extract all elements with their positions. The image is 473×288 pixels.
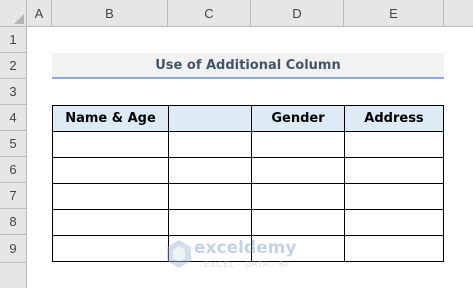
table-cell[interactable] <box>168 183 252 210</box>
table-cell[interactable] <box>52 131 169 158</box>
table-header-name-age[interactable]: Name & Age <box>52 105 169 132</box>
column-header-f[interactable] <box>444 0 473 27</box>
table-cell[interactable] <box>344 131 444 158</box>
select-all-triangle-icon <box>14 14 24 24</box>
table-header-gender[interactable]: Gender <box>251 105 345 132</box>
table-cell[interactable] <box>344 235 444 262</box>
table-cell[interactable] <box>168 131 252 158</box>
column-header-d[interactable]: D <box>251 0 344 27</box>
table-cell[interactable] <box>251 209 345 236</box>
table-cell[interactable] <box>52 209 169 236</box>
table-cell[interactable] <box>344 209 444 236</box>
table-header-blank[interactable] <box>168 105 252 132</box>
table-cell[interactable] <box>52 183 169 210</box>
table-cell[interactable] <box>168 235 252 262</box>
column-header-a[interactable]: A <box>27 0 52 27</box>
table-cell[interactable] <box>344 157 444 184</box>
row-header-9[interactable]: 9 <box>0 235 27 263</box>
table-cell[interactable] <box>251 183 345 210</box>
select-all-corner[interactable] <box>0 0 27 27</box>
row-header-6[interactable]: 6 <box>0 157 27 183</box>
row-header-7[interactable]: 7 <box>0 183 27 209</box>
row-header-2[interactable]: 2 <box>0 53 27 79</box>
row-header-1[interactable]: 1 <box>0 27 27 53</box>
row-header-4[interactable]: 4 <box>0 105 27 131</box>
row-header-8[interactable]: 8 <box>0 209 27 235</box>
sheet-title: Use of Additional Column <box>52 53 444 79</box>
row-header-3[interactable]: 3 <box>0 79 27 105</box>
table-header-address[interactable]: Address <box>344 105 444 132</box>
table-cell[interactable] <box>251 235 345 262</box>
spreadsheet-grid: A B C D E 1 2 3 4 5 6 7 8 9 Use of Addit… <box>0 0 473 288</box>
table-cell[interactable] <box>251 157 345 184</box>
table-cell[interactable] <box>168 209 252 236</box>
table-cell[interactable] <box>168 157 252 184</box>
column-header-c[interactable]: C <box>168 0 251 27</box>
table-cell[interactable] <box>52 235 169 262</box>
table-cell[interactable] <box>52 157 169 184</box>
table-cell[interactable] <box>344 183 444 210</box>
table-cell[interactable] <box>251 131 345 158</box>
row-header-5[interactable]: 5 <box>0 131 27 157</box>
row-header-10[interactable] <box>0 263 27 288</box>
column-header-e[interactable]: E <box>344 0 444 27</box>
column-header-b[interactable]: B <box>52 0 168 27</box>
